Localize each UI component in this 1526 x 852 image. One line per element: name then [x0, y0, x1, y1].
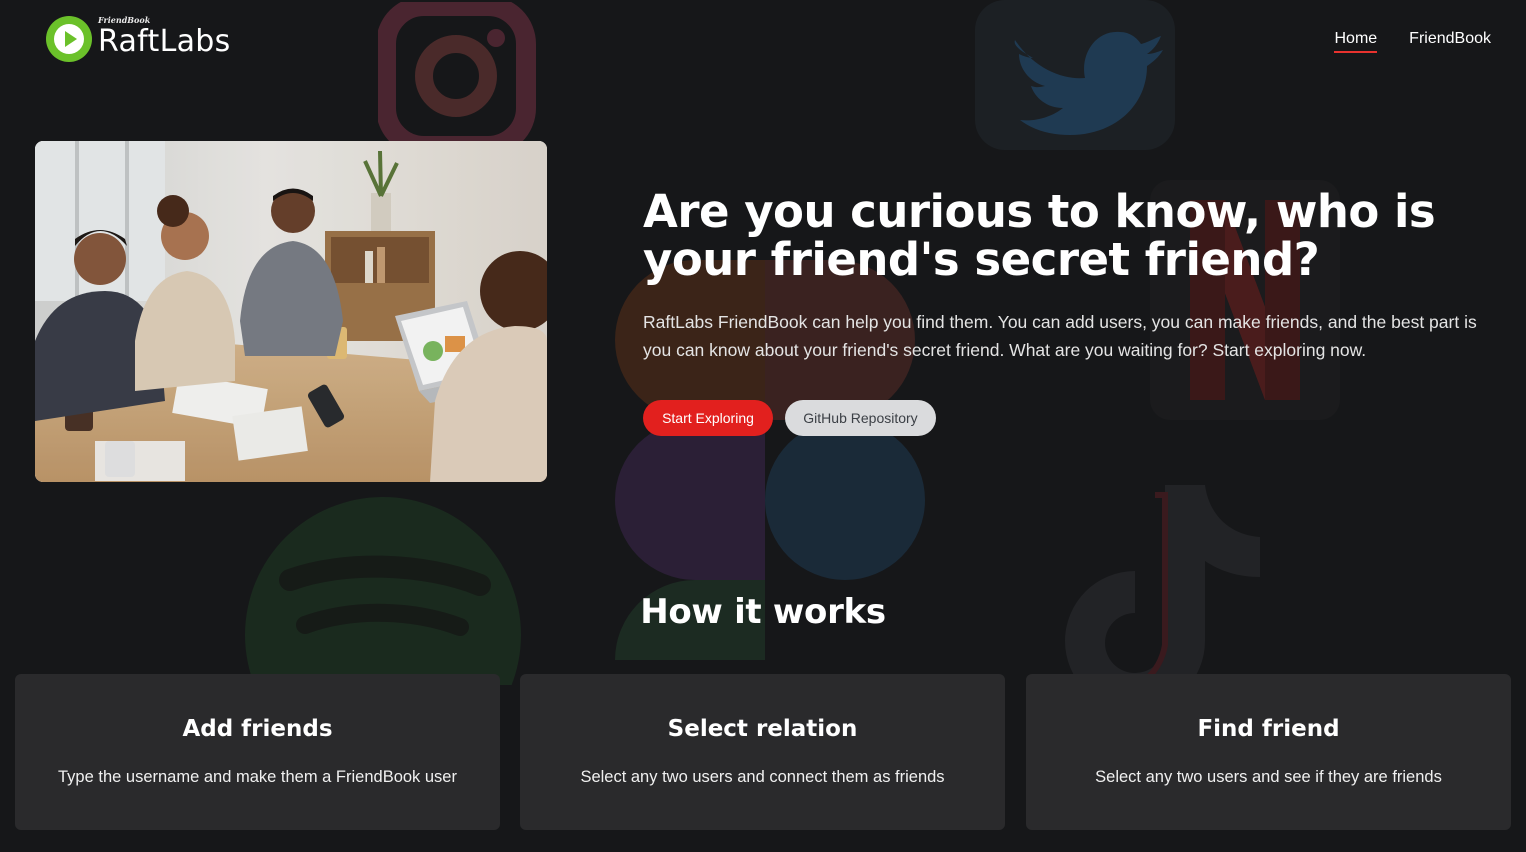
- play-logo-icon: [46, 16, 92, 62]
- instagram-icon: [378, 2, 536, 152]
- card-find-friend: Find friend Select any two users and see…: [1026, 674, 1511, 830]
- hero-image: [35, 141, 547, 482]
- brand-logo[interactable]: FriendBook RaftLabs: [44, 14, 230, 64]
- nav-friendbook-link[interactable]: FriendBook: [1409, 30, 1491, 53]
- twitter-icon: [975, 0, 1175, 150]
- how-it-works-title: How it works: [640, 592, 886, 632]
- card-select-relation: Select relation Select any two users and…: [520, 674, 1005, 830]
- hero-title: Are you curious to know, who is your fri…: [643, 185, 1436, 286]
- tiktok-icon: [1065, 485, 1260, 680]
- logo-name: RaftLabs: [98, 24, 231, 59]
- github-repository-button[interactable]: GitHub Repository: [785, 400, 936, 436]
- card-title: Find friend: [1197, 716, 1340, 742]
- top-nav: Home FriendBook: [1334, 30, 1491, 53]
- meeting-photo: [35, 141, 547, 482]
- card-title: Select relation: [667, 716, 858, 742]
- card-description: Select any two users and see if they are…: [1095, 768, 1442, 786]
- nav-home-link[interactable]: Home: [1334, 30, 1378, 53]
- spotify-icon: [245, 497, 521, 685]
- card-description: Type the username and make them a Friend…: [58, 768, 457, 786]
- hero-description: RaftLabs FriendBook can help you find th…: [643, 312, 1477, 360]
- page: FriendBook RaftLabs Home FriendBook Are …: [0, 0, 1526, 852]
- card-add-friends: Add friends Type the username and make t…: [15, 674, 500, 830]
- start-exploring-button[interactable]: Start Exploring: [643, 400, 773, 436]
- card-title: Add friends: [182, 716, 333, 742]
- card-description: Select any two users and connect them as…: [580, 768, 945, 786]
